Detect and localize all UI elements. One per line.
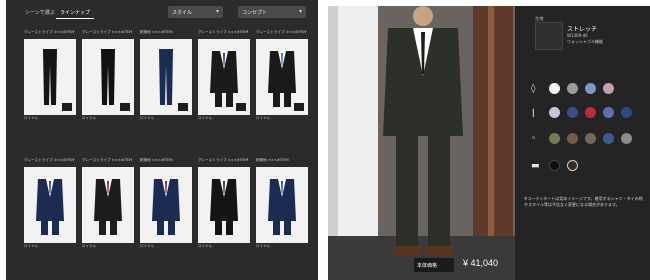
shirt-icon: ◊ <box>531 84 536 94</box>
card-caption: 紺無地 ×××#ITEM <box>140 158 173 162</box>
card-label: ロイヤル <box>82 116 97 120</box>
card-label: ロイヤル <box>256 116 271 120</box>
card-caption: グレーストライプ ×××#ITEM <box>198 30 249 34</box>
card-caption: 紺無地 ×××#ITEM <box>256 158 289 162</box>
color-option[interactable] <box>567 83 578 94</box>
collar-icon: ◦ <box>531 134 537 144</box>
option-panel: 生地 ストレッチ W1309-46 ウォッシャブル機能 ◊ ǀ ◦ ▬ <box>515 6 650 280</box>
lineup-screen: シーンで選ぶ ラインナップ スタイル ▾ コンセプト ▾ グレーストライプ ××… <box>6 0 318 280</box>
fabric-desc: ウォッシャブル機能 <box>567 39 603 44</box>
color-option[interactable] <box>549 160 560 171</box>
product-image <box>140 167 192 243</box>
concept-dropdown-label: コンセプト <box>242 10 268 16</box>
fabric-swatch <box>120 103 130 111</box>
tab-lineup[interactable]: ラインナップ <box>56 7 95 19</box>
color-option[interactable] <box>549 133 560 144</box>
top-toolbar: シーンで選ぶ ラインナップ スタイル ▾ コンセプト ▾ <box>6 4 318 22</box>
fabric-code: W1309-46 <box>567 33 588 38</box>
color-option-selected[interactable] <box>567 160 578 171</box>
product-image <box>82 39 134 115</box>
color-option[interactable] <box>603 133 614 144</box>
fabric-swatch <box>178 103 188 111</box>
product-image <box>24 167 76 243</box>
fabric-swatch <box>294 103 304 111</box>
card-caption: グレーストライプ ×××#ITEM <box>24 30 75 34</box>
fabric-swatch <box>236 103 246 111</box>
card-caption: グレーストライプ ×××#ITEM <box>24 158 75 162</box>
color-option[interactable] <box>585 133 596 144</box>
price-label: 本体価格 <box>414 258 454 272</box>
card-caption: グレーストライプ ×××#ITEM <box>82 30 133 34</box>
product-image <box>82 167 134 243</box>
customizer-screen: 本体価格 ¥ 41,040 生地 ストレッチ W1309-46 ウォッシャブル機… <box>328 6 650 280</box>
color-option[interactable] <box>585 83 596 94</box>
fabric-name: ストレッチ <box>567 26 598 33</box>
color-option[interactable] <box>603 107 614 118</box>
tab-scene[interactable]: シーンで選ぶ <box>21 7 59 18</box>
fabric-swatch[interactable] <box>535 22 563 50</box>
color-option[interactable] <box>567 133 578 144</box>
color-option[interactable] <box>603 83 614 94</box>
product-image <box>198 167 250 243</box>
chevron-down-icon: ▾ <box>298 8 302 15</box>
color-option[interactable] <box>585 107 596 118</box>
swatch-icon: ▬ <box>531 161 540 171</box>
color-option[interactable] <box>621 107 632 118</box>
product-image <box>198 39 250 115</box>
card-caption: グレーストライプ ×××#ITEM <box>82 158 133 162</box>
card-label: ロイヤル <box>24 116 39 120</box>
fabric-swatch <box>62 103 72 111</box>
card-label: ロイヤル <box>198 244 213 248</box>
card-caption: 紺無地 ×××#ITEM <box>140 30 173 34</box>
card-label: ロイヤル <box>256 244 271 248</box>
model-figure <box>383 6 463 256</box>
card-label: ロイヤル <box>140 116 155 120</box>
color-option[interactable] <box>549 107 560 118</box>
card-label: ロイヤル <box>198 116 213 120</box>
chevron-down-icon: ▾ <box>215 8 219 15</box>
style-dropdown[interactable]: スタイル ▾ <box>168 6 223 18</box>
product-image <box>256 39 308 115</box>
card-label: ロイヤル <box>140 244 155 248</box>
color-option[interactable] <box>621 133 632 144</box>
card-caption: グレーストライプ ×××#ITEM <box>198 158 249 162</box>
product-image <box>256 167 308 243</box>
product-image <box>24 39 76 115</box>
card-label: ロイヤル <box>24 244 39 248</box>
disclaimer-note: ※コーディネートは見本イメージです。着用するシャツ・タイの柄やスタイル等は予告な… <box>524 196 643 207</box>
color-option[interactable] <box>549 83 560 94</box>
product-image <box>140 39 192 115</box>
price-value: ¥ 41,040 <box>463 258 499 268</box>
color-option[interactable] <box>567 107 578 118</box>
card-caption: グレーストライプ ×××#ITEM <box>256 30 307 34</box>
style-dropdown-label: スタイル <box>172 10 193 16</box>
card-label: ロイヤル <box>82 244 97 248</box>
tie-icon: ǀ <box>532 108 535 118</box>
concept-dropdown[interactable]: コンセプト ▾ <box>238 6 306 18</box>
